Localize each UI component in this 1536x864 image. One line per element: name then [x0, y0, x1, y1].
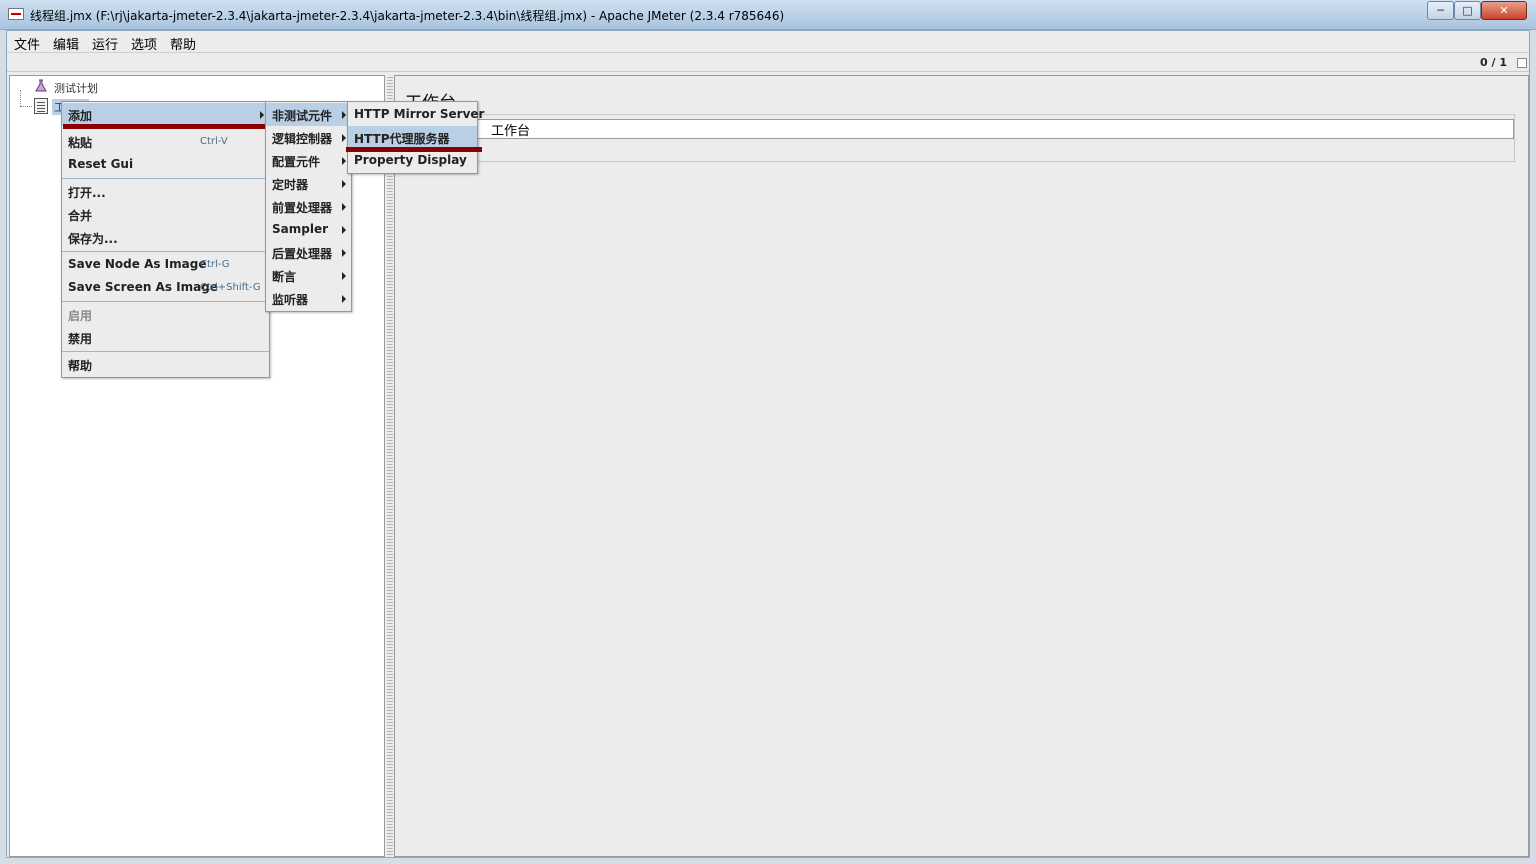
annotation-underline	[346, 147, 482, 152]
submenu-listener[interactable]: 监听器	[266, 287, 351, 310]
menu-item-merge[interactable]: 合并	[62, 203, 269, 226]
context-menu: 添加 粘贴 Ctrl-V Reset Gui 打开... 合并 保存为... Sa…	[61, 101, 270, 378]
menu-options[interactable]: 选项	[131, 34, 157, 53]
submenu-arrow-icon	[342, 249, 346, 257]
menu-item-save-node-image[interactable]: Save Node As Image Ctrl-G	[62, 253, 269, 276]
menu-item-http-proxy-server[interactable]: HTTP代理服务器	[348, 126, 477, 149]
java-app-icon	[8, 8, 24, 20]
name-group	[405, 114, 1515, 162]
thread-counter: 0 / 1	[1480, 56, 1507, 69]
submenu-timer[interactable]: 定时器	[266, 172, 351, 195]
menu-item-property-display[interactable]: Property Display	[348, 149, 477, 172]
panel-splitter[interactable]	[387, 75, 393, 857]
menu-separator	[62, 351, 269, 352]
submenu-assertion[interactable]: 断言	[266, 264, 351, 287]
submenu-arrow-icon	[342, 157, 346, 165]
non-test-elements-submenu: HTTP Mirror Server HTTP代理服务器 Property Di…	[347, 101, 484, 174]
menu-item-help[interactable]: 帮助	[62, 353, 269, 376]
window-title: 线程组.jmx (F:\rj\jakarta-jmeter-2.3.4\jaka…	[30, 9, 785, 23]
submenu-arrow-icon	[342, 226, 346, 234]
name-input[interactable]	[414, 119, 1514, 139]
menu-item-http-mirror-server[interactable]: HTTP Mirror Server	[348, 103, 484, 126]
menu-edit[interactable]: 编辑	[53, 34, 79, 53]
menu-separator	[62, 251, 269, 252]
submenu-arrow-icon	[342, 111, 346, 119]
submenu-arrow-icon	[342, 134, 346, 142]
submenu-arrow-icon	[342, 272, 346, 280]
submenu-pre-processor[interactable]: 前置处理器	[266, 195, 351, 218]
submenu-post-processor[interactable]: 后置处理器	[266, 241, 351, 264]
submenu-non-test-elements[interactable]: 非测试元件	[266, 103, 351, 126]
workbench-panel: 工作台	[394, 75, 1529, 857]
close-button[interactable]: ✕	[1481, 1, 1527, 20]
menu-item-save-screen-image[interactable]: Save Screen As Image Ctrl+Shift-G	[62, 276, 269, 299]
menu-separator	[62, 301, 269, 302]
add-submenu: 非测试元件 逻辑控制器 配置元件 定时器 前置处理器 Sampler 后置处理器…	[265, 101, 352, 312]
minimize-button[interactable]: ─	[1427, 1, 1454, 20]
submenu-logic-controller[interactable]: 逻辑控制器	[266, 126, 351, 149]
window-title-bar[interactable]: 线程组.jmx (F:\rj\jakarta-jmeter-2.3.4\jaka…	[0, 0, 1536, 30]
tree-connector	[20, 90, 21, 106]
submenu-arrow-icon	[342, 180, 346, 188]
menu-item-reset-gui[interactable]: Reset Gui	[62, 153, 269, 176]
menu-separator	[62, 178, 269, 179]
menu-file[interactable]: 文件	[14, 34, 40, 53]
status-indicator-icon	[1517, 58, 1527, 68]
menu-item-save-as[interactable]: 保存为...	[62, 226, 269, 249]
menu-run[interactable]: 运行	[92, 34, 118, 53]
submenu-sampler[interactable]: Sampler	[266, 218, 351, 241]
submenu-arrow-icon	[342, 203, 346, 211]
status-toolbar: 0 / 1	[7, 54, 1529, 72]
workbench-clipboard-icon	[34, 98, 48, 114]
submenu-config-element[interactable]: 配置元件	[266, 149, 351, 172]
tree-node-test-plan[interactable]: 测试计划	[54, 80, 98, 96]
menu-bar: 文件 编辑 运行 选项 帮助	[7, 31, 1529, 53]
maximize-button[interactable]: □	[1454, 1, 1481, 20]
menu-item-add[interactable]: 添加	[62, 103, 269, 126]
menu-item-enable: 启用	[68, 309, 93, 323]
submenu-arrow-icon	[342, 295, 346, 303]
menu-item-open[interactable]: 打开...	[62, 180, 269, 203]
submenu-arrow-icon	[260, 111, 264, 119]
menu-help[interactable]: 帮助	[170, 34, 196, 53]
menu-item-paste[interactable]: 粘贴 Ctrl-V	[62, 130, 269, 153]
menu-item-disable[interactable]: 禁用	[62, 326, 269, 349]
tree-connector	[20, 106, 32, 107]
test-plan-flask-icon	[35, 79, 47, 92]
